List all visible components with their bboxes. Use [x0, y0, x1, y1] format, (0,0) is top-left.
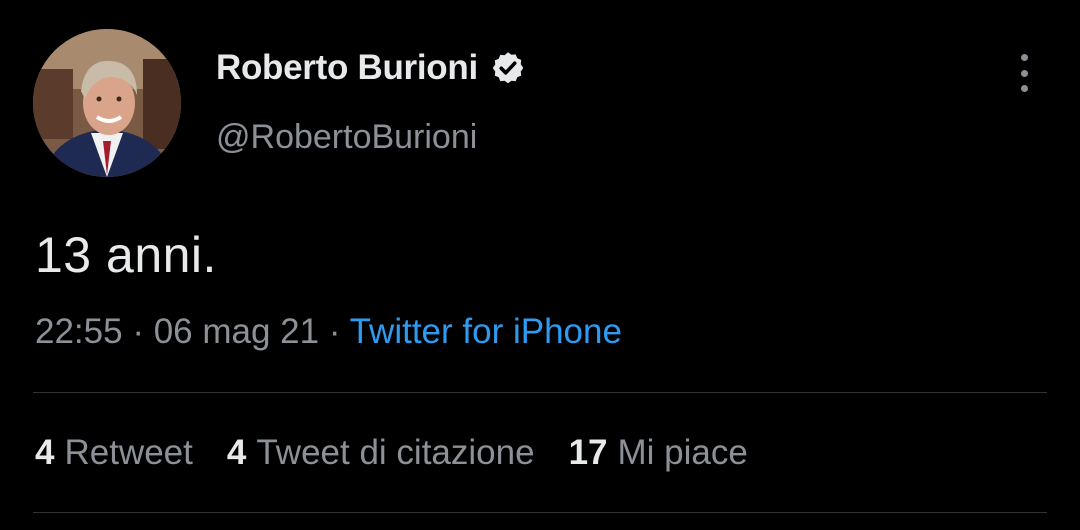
retweets-count: 4 — [35, 433, 55, 472]
verified-badge-icon — [492, 52, 524, 84]
tweet-meta: 22:55 · 06 mag 21 · Twitter for iPhone — [35, 312, 622, 352]
divider — [33, 512, 1047, 513]
meta-separator: · — [328, 312, 350, 351]
tweet-text: 13 anni. — [35, 227, 217, 283]
likes-stat[interactable]: 17 Mi piace — [569, 433, 748, 473]
more-dot — [1020, 85, 1028, 92]
likes-count: 17 — [568, 433, 608, 472]
avatar[interactable] — [33, 29, 181, 177]
meta-separator: · — [132, 312, 154, 351]
quote-tweets-label: Tweet di citazione — [256, 433, 535, 472]
tweet-time[interactable]: 22:55 — [35, 312, 123, 351]
author-name-row[interactable]: Roberto Burioni — [216, 48, 526, 88]
more-dot — [1020, 54, 1028, 61]
more-vertical-icon[interactable] — [1009, 54, 1039, 92]
tweet-source-link[interactable]: Twitter for iPhone — [350, 312, 622, 351]
retweets-label: Retweet — [64, 433, 193, 472]
tweet-stats: 4 Retweet 4 Tweet di citazione 17 Mi piace — [35, 433, 748, 473]
profile-photo — [33, 29, 181, 177]
likes-label: Mi piace — [617, 433, 748, 472]
author-display-name[interactable]: Roberto Burioni — [216, 48, 478, 88]
retweets-stat[interactable]: 4 Retweet — [35, 433, 193, 473]
divider — [33, 392, 1047, 393]
quote-tweets-stat[interactable]: 4 Tweet di citazione — [227, 433, 535, 473]
quote-tweets-count: 4 — [226, 433, 247, 472]
author-handle[interactable]: @RobertoBurioni — [216, 118, 477, 157]
more-dot — [1020, 69, 1028, 77]
tweet-date[interactable]: 06 mag 21 — [154, 312, 319, 351]
